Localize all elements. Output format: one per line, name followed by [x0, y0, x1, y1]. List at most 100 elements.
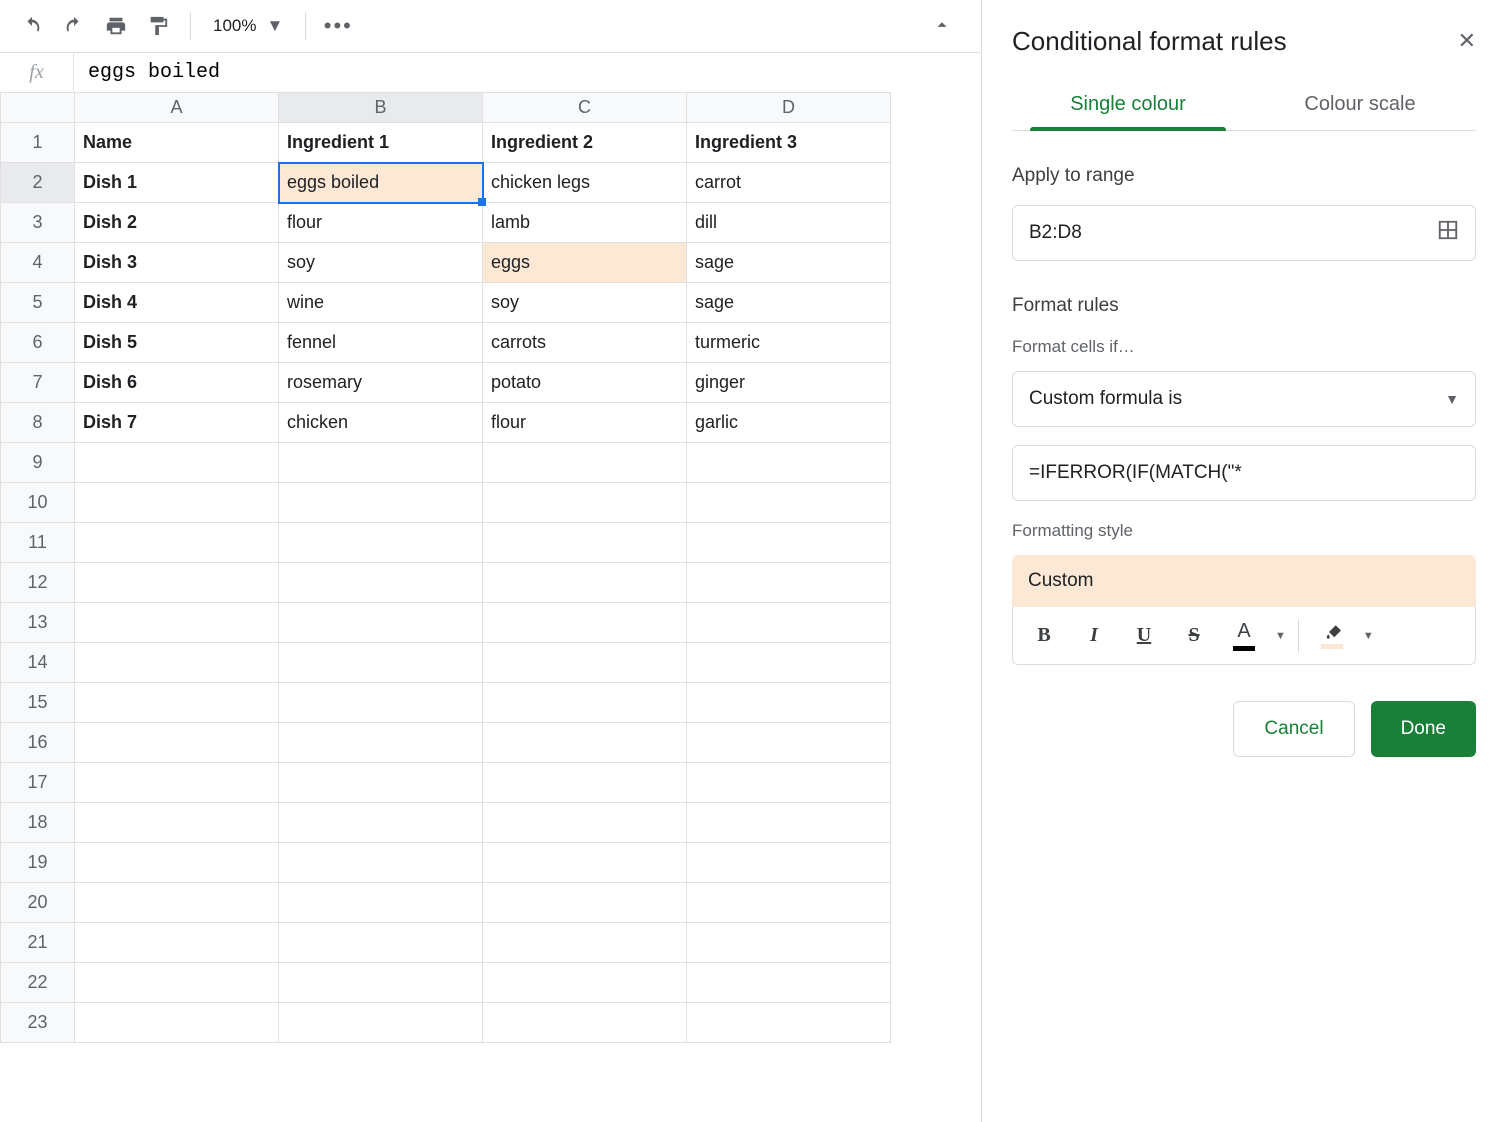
cell-A17[interactable]	[75, 763, 279, 803]
row-header-14[interactable]: 14	[1, 643, 75, 683]
cell-C11[interactable]	[483, 523, 687, 563]
cell-A16[interactable]	[75, 723, 279, 763]
cell-D10[interactable]	[687, 483, 891, 523]
cell-D6[interactable]: turmeric	[687, 323, 891, 363]
row-header-9[interactable]: 9	[1, 443, 75, 483]
cell-D14[interactable]	[687, 643, 891, 683]
cell-B23[interactable]	[279, 1003, 483, 1043]
print-icon[interactable]	[102, 12, 130, 40]
row-header-12[interactable]: 12	[1, 563, 75, 603]
cell-A10[interactable]	[75, 483, 279, 523]
cell-B5[interactable]: wine	[279, 283, 483, 323]
cell-B12[interactable]	[279, 563, 483, 603]
row-header-22[interactable]: 22	[1, 963, 75, 1003]
cell-C1[interactable]: Ingredient 2	[483, 123, 687, 163]
cell-A18[interactable]	[75, 803, 279, 843]
cell-B7[interactable]: rosemary	[279, 363, 483, 403]
cell-B16[interactable]	[279, 723, 483, 763]
cell-C12[interactable]	[483, 563, 687, 603]
column-header-A[interactable]: A	[75, 93, 279, 123]
cell-D13[interactable]	[687, 603, 891, 643]
row-header-19[interactable]: 19	[1, 843, 75, 883]
cell-B20[interactable]	[279, 883, 483, 923]
cell-A6[interactable]: Dish 5	[75, 323, 279, 363]
cell-D15[interactable]	[687, 683, 891, 723]
cell-C16[interactable]	[483, 723, 687, 763]
cell-A14[interactable]	[75, 643, 279, 683]
cell-B1[interactable]: Ingredient 1	[279, 123, 483, 163]
cell-D1[interactable]: Ingredient 3	[687, 123, 891, 163]
cell-A9[interactable]	[75, 443, 279, 483]
spreadsheet-grid[interactable]: ABCD1NameIngredient 1Ingredient 2Ingredi…	[0, 92, 981, 1122]
italic-button[interactable]: I	[1073, 615, 1115, 657]
chevron-down-icon[interactable]: ▼	[1363, 630, 1374, 642]
bold-button[interactable]: B	[1023, 615, 1065, 657]
cell-A4[interactable]: Dish 3	[75, 243, 279, 283]
row-header-20[interactable]: 20	[1, 883, 75, 923]
cell-A12[interactable]	[75, 563, 279, 603]
cell-C20[interactable]	[483, 883, 687, 923]
row-header-3[interactable]: 3	[1, 203, 75, 243]
cell-C9[interactable]	[483, 443, 687, 483]
cell-A3[interactable]: Dish 2	[75, 203, 279, 243]
cell-C10[interactable]	[483, 483, 687, 523]
collapse-toolbar-icon[interactable]	[931, 14, 963, 39]
cell-D16[interactable]	[687, 723, 891, 763]
close-icon[interactable]: ✕	[1458, 28, 1476, 54]
cell-A5[interactable]: Dish 4	[75, 283, 279, 323]
cell-C7[interactable]: potato	[483, 363, 687, 403]
grid-icon[interactable]	[1437, 219, 1459, 247]
cell-B9[interactable]	[279, 443, 483, 483]
column-header-D[interactable]: D	[687, 93, 891, 123]
cell-A1[interactable]: Name	[75, 123, 279, 163]
cell-D21[interactable]	[687, 923, 891, 963]
cell-C3[interactable]: lamb	[483, 203, 687, 243]
cell-B17[interactable]	[279, 763, 483, 803]
cell-A19[interactable]	[75, 843, 279, 883]
cell-C6[interactable]: carrots	[483, 323, 687, 363]
redo-icon[interactable]	[60, 12, 88, 40]
cell-B11[interactable]	[279, 523, 483, 563]
done-button[interactable]: Done	[1371, 701, 1476, 757]
paint-format-icon[interactable]	[144, 12, 172, 40]
cell-D19[interactable]	[687, 843, 891, 883]
cell-D22[interactable]	[687, 963, 891, 1003]
cell-B2[interactable]: eggs boiled	[279, 163, 483, 203]
row-header-18[interactable]: 18	[1, 803, 75, 843]
cell-A11[interactable]	[75, 523, 279, 563]
row-header-6[interactable]: 6	[1, 323, 75, 363]
cell-B8[interactable]: chicken	[279, 403, 483, 443]
row-header-8[interactable]: 8	[1, 403, 75, 443]
cell-A13[interactable]	[75, 603, 279, 643]
cell-D3[interactable]: dill	[687, 203, 891, 243]
tab-single-colour[interactable]: Single colour	[1012, 93, 1244, 130]
style-preview[interactable]: Custom	[1012, 555, 1476, 607]
cell-C13[interactable]	[483, 603, 687, 643]
cell-B14[interactable]	[279, 643, 483, 683]
cell-B22[interactable]	[279, 963, 483, 1003]
cell-A15[interactable]	[75, 683, 279, 723]
cell-B6[interactable]: fennel	[279, 323, 483, 363]
cell-C22[interactable]	[483, 963, 687, 1003]
cell-C14[interactable]	[483, 643, 687, 683]
cell-D2[interactable]: carrot	[687, 163, 891, 203]
cell-C15[interactable]	[483, 683, 687, 723]
fill-color-button[interactable]	[1311, 615, 1353, 657]
cell-B15[interactable]	[279, 683, 483, 723]
cell-C17[interactable]	[483, 763, 687, 803]
cell-D20[interactable]	[687, 883, 891, 923]
cell-C18[interactable]	[483, 803, 687, 843]
cell-A21[interactable]	[75, 923, 279, 963]
cell-B3[interactable]: flour	[279, 203, 483, 243]
range-input[interactable]: B2:D8	[1012, 205, 1476, 261]
cell-C23[interactable]	[483, 1003, 687, 1043]
cell-A20[interactable]	[75, 883, 279, 923]
cell-B13[interactable]	[279, 603, 483, 643]
cell-C5[interactable]: soy	[483, 283, 687, 323]
cancel-button[interactable]: Cancel	[1233, 701, 1354, 757]
row-header-17[interactable]: 17	[1, 763, 75, 803]
cell-D5[interactable]: sage	[687, 283, 891, 323]
undo-icon[interactable]	[18, 12, 46, 40]
row-header-4[interactable]: 4	[1, 243, 75, 283]
zoom-select[interactable]: 100%▼	[209, 16, 287, 36]
